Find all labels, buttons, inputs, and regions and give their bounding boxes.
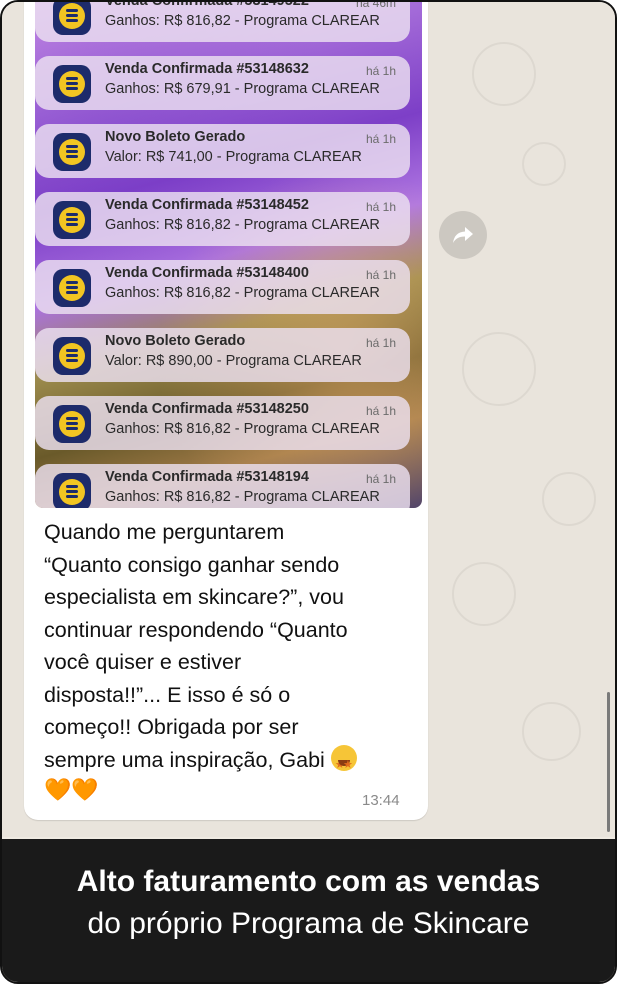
notification-body: Ganhos: R$ 816,82 - Programa CLAREAR (105, 13, 380, 29)
notification-card[interactable]: Venda Confirmada #53148194 há 1h Ganhos: R… (35, 464, 410, 508)
notification-body: Valor: R$ 890,00 - Programa CLAREAR (105, 353, 362, 369)
app-logo-icon (53, 65, 91, 103)
orange-heart-emoji: 🧡🧡 (44, 777, 99, 802)
app-logo-icon (53, 473, 91, 508)
notification-body: Valor: R$ 741,00 - Programa CLAREAR (105, 149, 362, 165)
notification-card[interactable]: Novo Boleto Gerado há 1h Valor: R$ 890,00 … (35, 328, 410, 382)
message-line: continuar respondendo “Quanto (44, 617, 348, 642)
notifications-screenshot[interactable]: Venda Confirmada #53149522 há 46m Ganhos: … (35, 2, 422, 508)
post-frame: Venda Confirmada #53149522 há 46m Ganhos: … (0, 0, 617, 984)
notification-title: Venda Confirmada #53148632 (105, 61, 309, 77)
notification-time: há 1h (365, 132, 396, 146)
app-logo-icon (53, 201, 91, 239)
wallpaper-doodle (522, 142, 566, 186)
caption-subline: do próprio Programa de Skincare (87, 907, 530, 940)
notification-body: Ganhos: R$ 816,82 - Programa CLAREAR (105, 285, 380, 301)
message-bubble[interactable]: Venda Confirmada #53149522 há 46m Ganhos: … (24, 2, 428, 820)
notification-title: Venda Confirmada #53148194 (105, 469, 309, 485)
message-line: começo!! Obrigada por ser (44, 715, 299, 739)
message-line: especialista em skincare?”, vou (44, 585, 344, 609)
wallpaper-doodle (522, 702, 581, 761)
message-line-last: sempre uma inspiração, Gabi (44, 744, 414, 781)
star-struck-emoji (330, 744, 357, 781)
message-line: “Quanto consigo ganhar sendo (44, 552, 340, 577)
notification-title: Venda Confirmada #53148250 (105, 401, 309, 417)
message-line: disposta!!”... E isso é só o (44, 682, 291, 707)
notification-card[interactable]: Venda Confirmada #53148632 há 1h Ganhos: R… (35, 56, 410, 110)
notification-card[interactable]: Venda Confirmada #53148400 há 1h Ganhos: R… (35, 260, 410, 314)
notification-body: Ganhos: R$ 816,82 - Programa CLAREAR (105, 217, 380, 233)
app-logo-icon (53, 337, 91, 375)
notification-card[interactable]: Novo Boleto Gerado há 1h Valor: R$ 741,00 … (35, 124, 410, 178)
notification-title: Venda Confirmada #53148400 (105, 265, 309, 281)
caption-headline: Alto faturamento com as vendas (76, 865, 541, 898)
notification-body: Ganhos: R$ 816,82 - Programa CLAREAR (105, 421, 380, 437)
message-text: Quando me perguntarem “Quanto consigo ga… (44, 516, 414, 781)
notification-time: há 1h (365, 472, 396, 486)
notification-time: há 46m (355, 2, 396, 10)
notification-body: Ganhos: R$ 679,91 - Programa CLAREAR (105, 81, 380, 97)
caption-bar: Alto faturamento com as vendas do própri… (2, 839, 615, 982)
app-logo-icon (53, 405, 91, 443)
notification-time: há 1h (365, 404, 396, 418)
notification-time: há 1h (365, 200, 396, 214)
message-timestamp: 13:44 (362, 792, 400, 809)
wallpaper-doodle (472, 42, 536, 106)
notification-card[interactable]: Venda Confirmada #53148250 há 1h Ganhos: R… (35, 396, 410, 450)
app-logo-icon (53, 269, 91, 307)
forward-icon (453, 227, 473, 243)
notification-time: há 1h (365, 268, 396, 282)
wallpaper-doodle (542, 472, 596, 526)
notification-time: há 1h (365, 64, 396, 78)
notification-body: Ganhos: R$ 816,82 - Programa CLAREAR (105, 489, 380, 505)
wallpaper-doodle (462, 332, 536, 406)
scrollbar[interactable] (607, 692, 610, 832)
message-line: Quando me perguntarem (44, 520, 285, 544)
app-logo-icon (53, 2, 91, 35)
notification-title: Novo Boleto Gerado (105, 333, 246, 349)
notification-title: Venda Confirmada #53149522 (105, 2, 309, 9)
message-line: você quiser e estiver (44, 650, 242, 674)
notification-card[interactable]: Venda Confirmada #53148452 há 1h Ganhos: R… (35, 192, 410, 246)
notification-time: há 1h (365, 336, 396, 350)
chat-background: Venda Confirmada #53149522 há 46m Ganhos: … (2, 2, 615, 837)
message-line: sempre uma inspiração, Gabi (44, 747, 325, 772)
wallpaper-doodle (452, 562, 516, 626)
notification-title: Venda Confirmada #53148452 (105, 197, 309, 213)
app-logo-icon (53, 133, 91, 171)
notification-title: Novo Boleto Gerado (105, 129, 246, 145)
forward-button[interactable] (439, 211, 487, 259)
notification-card[interactable]: Venda Confirmada #53149522 há 46m Ganhos: … (35, 2, 410, 42)
